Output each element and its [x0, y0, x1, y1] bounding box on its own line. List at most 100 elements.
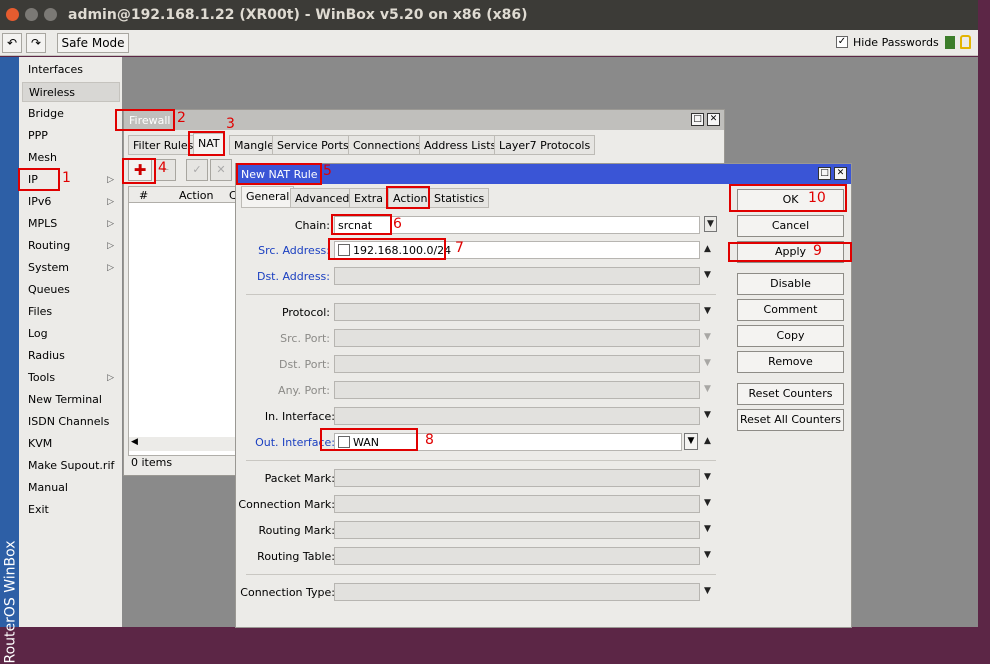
expand-down-icon[interactable]: ▼ [704, 270, 711, 280]
in-interface-field[interactable] [334, 407, 700, 425]
sidebar-item-make-supout[interactable]: Make Supout.rif [22, 456, 120, 476]
chain-dropdown-icon[interactable]: ▼ [704, 216, 717, 232]
sidebar-item-new-terminal[interactable]: New Terminal [22, 390, 120, 410]
tab-connections[interactable]: Connections [348, 135, 426, 155]
maximize-icon[interactable]: □ [691, 113, 704, 126]
comment-button[interactable]: Comment [737, 299, 844, 321]
expand-down-icon[interactable]: ▼ [704, 472, 711, 482]
sidebar-item-files[interactable]: Files [22, 302, 120, 322]
tab-service-ports[interactable]: Service Ports [272, 135, 354, 155]
undo-icon[interactable]: ↶ [2, 33, 22, 53]
sidebar-item-interfaces[interactable]: Interfaces [22, 60, 120, 80]
tab-advanced[interactable]: Advanced [290, 188, 355, 208]
scroll-left-icon[interactable]: ◀ [131, 437, 138, 447]
hide-passwords-label: Hide Passwords [853, 36, 939, 49]
expand-down-icon[interactable]: ▼ [704, 524, 711, 534]
tab-general[interactable]: General [241, 186, 295, 208]
step-number-10: 10 [808, 190, 826, 206]
expand-down-icon[interactable]: ▼ [704, 550, 711, 560]
disable-button[interactable]: Disable [737, 273, 844, 295]
sidebar-item-mpls[interactable]: MPLS ▷ [22, 214, 120, 234]
dst-port-label: Dst. Port: [278, 358, 330, 371]
enable-icon[interactable]: ✓ [186, 159, 208, 181]
step-number-5: 5 [323, 163, 332, 179]
sidebar-item-wireless[interactable]: Wireless [22, 82, 120, 102]
highlight-add [122, 158, 156, 184]
highlight-nat-tab [188, 131, 225, 156]
lock-icon [960, 35, 971, 49]
sidebar-item-mesh[interactable]: Mesh [22, 148, 120, 168]
connection-type-field[interactable] [334, 583, 700, 601]
sidebar-item-ppp[interactable]: PPP [22, 126, 120, 146]
hide-passwords-checkbox[interactable]: ✓ [836, 36, 848, 48]
safe-mode-button[interactable]: Safe Mode [57, 33, 129, 53]
horizontal-scrollbar[interactable]: ◀ [129, 437, 235, 451]
sidebar-item-log[interactable]: Log [22, 324, 120, 344]
highlight-ok [729, 184, 847, 212]
remove-button[interactable]: Remove [737, 351, 844, 373]
routing-mark-field[interactable] [334, 521, 700, 539]
sidebar-item-manual[interactable]: Manual [22, 478, 120, 498]
copy-button[interactable]: Copy [737, 325, 844, 347]
submenu-arrow-icon: ▷ [107, 175, 114, 185]
sidebar-item-queues[interactable]: Queues [22, 280, 120, 300]
src-address-label: Src. Address: [258, 244, 330, 257]
maximize-icon[interactable]: □ [818, 167, 831, 180]
expand-down-icon[interactable]: ▼ [704, 586, 711, 596]
out-interface-dropdown-icon[interactable]: ▼ [684, 433, 698, 450]
dst-address-label: Dst. Address: [256, 270, 330, 283]
app-titlebar: admin@192.168.1.22 (XR00t) - WinBox v5.2… [0, 0, 978, 30]
sidebar-item-ipv6[interactable]: IPv6 ▷ [22, 192, 120, 212]
nat-rules-table: # Action C ◀ [128, 186, 237, 456]
highlight-src-address [328, 238, 446, 260]
sidebar-item-isdn-channels[interactable]: ISDN Channels [22, 412, 120, 432]
close-icon[interactable]: ✕ [834, 167, 847, 180]
submenu-arrow-icon: ▷ [107, 263, 114, 273]
sidebar-item-radius[interactable]: Radius [22, 346, 120, 366]
protocol-field[interactable] [334, 303, 700, 321]
close-icon[interactable] [6, 8, 19, 21]
tab-address-lists[interactable]: Address Lists [419, 135, 502, 155]
status-green-icon [945, 36, 955, 49]
step-number-1: 1 [62, 170, 71, 186]
minimize-icon[interactable] [25, 8, 38, 21]
collapse-up-icon[interactable]: ▲ [704, 436, 711, 446]
expand-down-icon[interactable]: ▼ [704, 306, 711, 316]
divider [246, 574, 716, 575]
sidebar-item-tools[interactable]: Tools ▷ [22, 368, 120, 388]
any-port-field[interactable] [334, 381, 700, 399]
column-header-action[interactable]: Action [179, 189, 213, 202]
reset-counters-button[interactable]: Reset Counters [737, 383, 844, 405]
sidebar-item-kvm[interactable]: KVM [22, 434, 120, 454]
tab-extra[interactable]: Extra [349, 188, 389, 208]
sidebar-item-bridge[interactable]: Bridge [22, 104, 120, 124]
sidebar-item-routing[interactable]: Routing ▷ [22, 236, 120, 256]
disable-icon[interactable]: ✕ [210, 159, 232, 181]
connection-mark-field[interactable] [334, 495, 700, 513]
column-header-number[interactable]: # [139, 189, 148, 202]
maximize-icon[interactable] [44, 8, 57, 21]
expand-down-icon[interactable]: ▼ [704, 410, 711, 420]
close-icon[interactable]: ✕ [707, 113, 720, 126]
tab-statistics[interactable]: Statistics [429, 188, 490, 208]
redo-icon[interactable]: ↷ [26, 33, 46, 53]
dst-address-field[interactable] [334, 267, 700, 285]
highlight-new-nat-rule [236, 163, 322, 185]
expand-down-icon[interactable]: ▼ [704, 498, 711, 508]
tab-layer7-protocols[interactable]: Layer7 Protocols [494, 135, 596, 155]
table-header: # Action C [129, 187, 237, 203]
divider [246, 294, 716, 295]
reset-all-counters-button[interactable]: Reset All Counters [737, 409, 844, 431]
routing-table-field[interactable] [334, 547, 700, 565]
collapse-up-icon[interactable]: ▲ [704, 244, 711, 254]
dst-port-field[interactable] [334, 355, 700, 373]
routing-table-label: Routing Table: [257, 550, 335, 563]
cancel-button[interactable]: Cancel [737, 215, 844, 237]
sidebar-item-system[interactable]: System ▷ [22, 258, 120, 278]
firewall-titlebar: Firewall □ ✕ [124, 110, 724, 130]
step-number-2: 2 [177, 110, 186, 126]
src-port-field[interactable] [334, 329, 700, 347]
packet-mark-field[interactable] [334, 469, 700, 487]
sidebar-item-exit[interactable]: Exit [22, 500, 120, 520]
divider [246, 460, 716, 461]
